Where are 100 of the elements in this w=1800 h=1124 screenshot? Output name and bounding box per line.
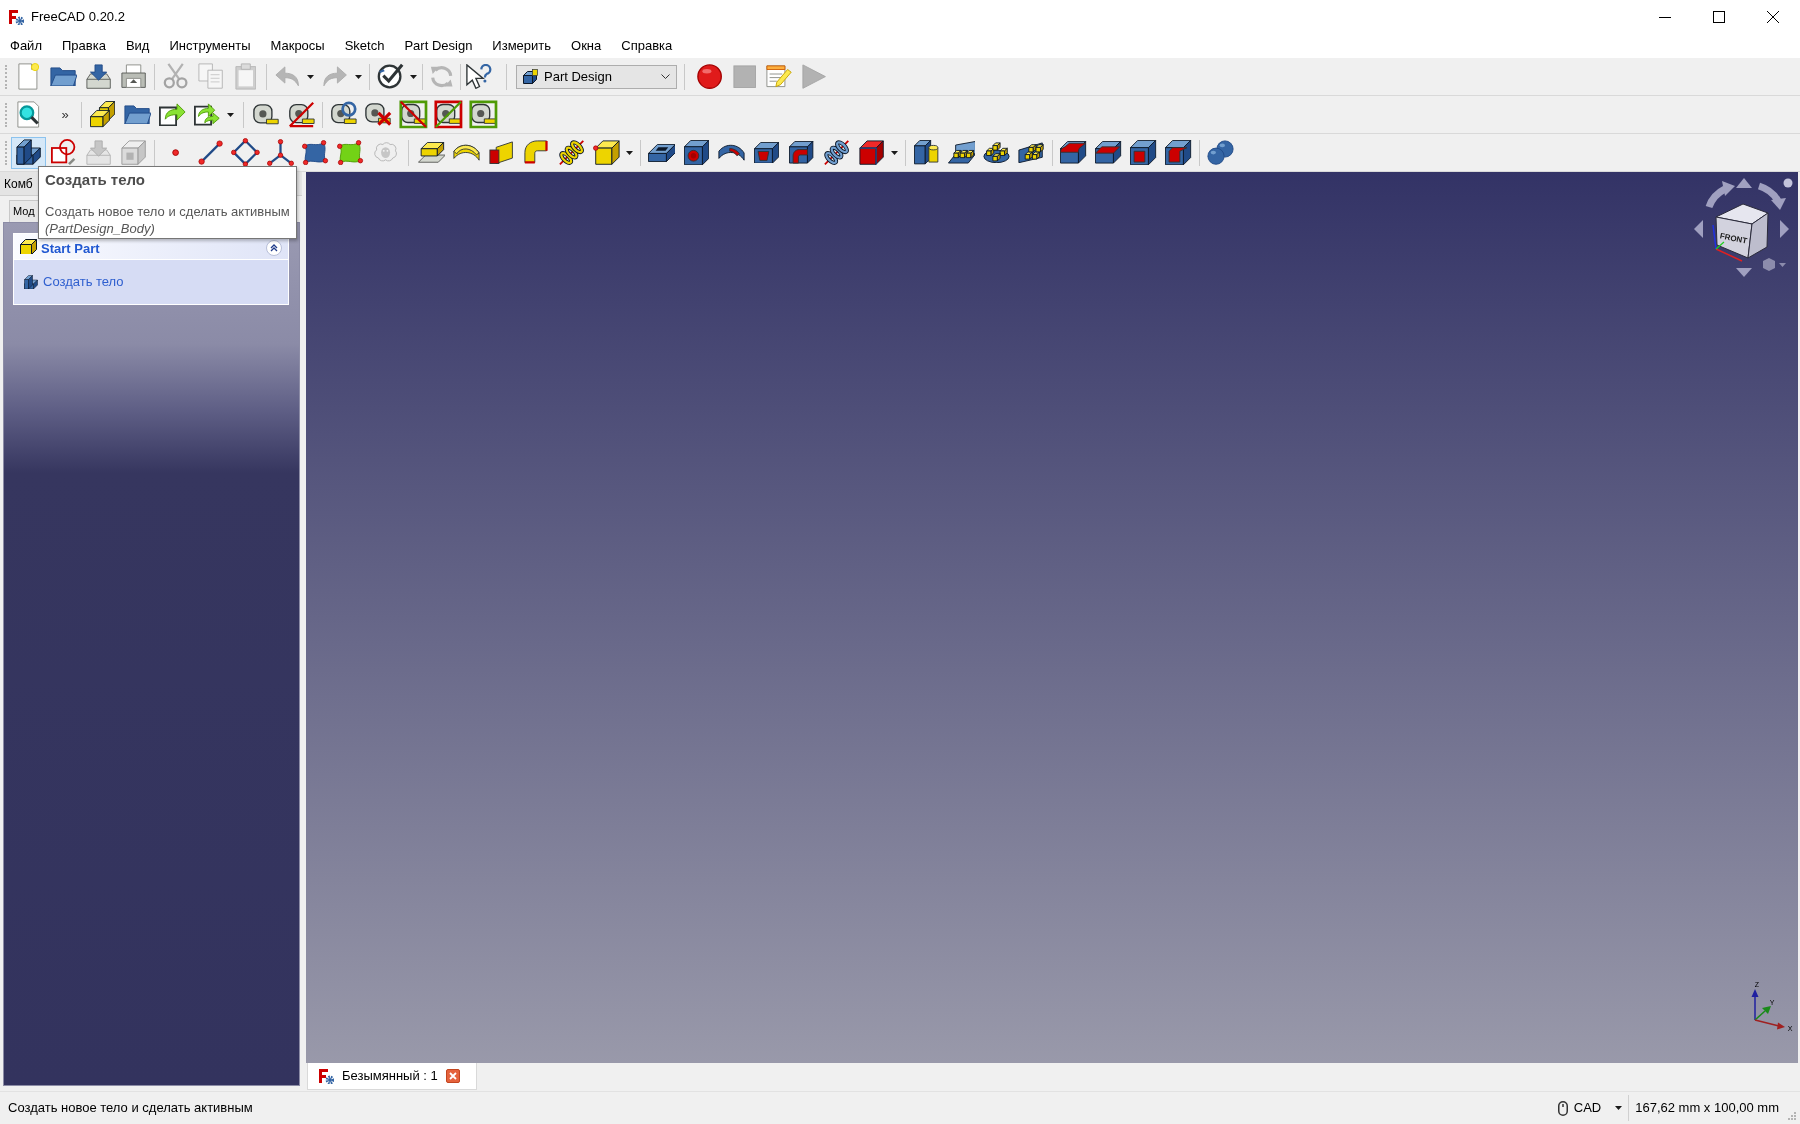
menu-item[interactable]: Окна	[561, 34, 612, 58]
toolbar-overflow-button[interactable]: »	[52, 98, 78, 131]
caret-icon[interactable]	[1779, 263, 1786, 267]
extruded-slab-icon	[417, 142, 446, 163]
dimensions-readout: 167,62 mm x 100,00 mm	[1635, 1099, 1779, 1118]
arc-shape-icon	[453, 143, 480, 162]
folder-icon	[49, 66, 78, 87]
tape-measure-frame-icon	[399, 100, 428, 129]
point-icon	[171, 148, 180, 157]
tape-measure-frame-icon	[469, 100, 498, 129]
create-body-button[interactable]	[11, 136, 46, 169]
dock-title: Комб	[4, 175, 33, 193]
axes-icon	[267, 139, 294, 166]
refresh-icon	[429, 64, 454, 89]
cube-icon	[593, 139, 620, 166]
tape-measure-cross-icon	[365, 102, 392, 127]
menu-item[interactable]: Файл	[0, 34, 52, 58]
rounded-edge-block-icon	[1060, 141, 1087, 164]
printer-icon	[120, 64, 147, 89]
menu-item[interactable]: Измерить	[482, 34, 562, 58]
caret-icon	[410, 74, 417, 79]
blob-icon	[302, 139, 329, 166]
notepad-pencil-icon	[766, 65, 793, 88]
blob-icon	[337, 139, 364, 166]
panel-tab[interactable]: Мод	[9, 200, 39, 222]
clipboard-icon	[234, 63, 257, 90]
tray-arrow-icon	[85, 63, 112, 90]
resize-grip-icon	[1787, 1111, 1797, 1121]
caret-icon	[355, 74, 362, 79]
menu-item[interactable]: Справка	[611, 34, 683, 58]
document-tab[interactable]: Безымянный : 1	[307, 1063, 477, 1090]
triangle-arrow-icon[interactable]	[1736, 178, 1752, 188]
triangle-arrow-icon[interactable]	[1780, 220, 1789, 238]
curved-arrow-icon[interactable]	[1705, 181, 1735, 209]
caret-icon	[227, 112, 234, 117]
cube-icon	[858, 139, 885, 166]
caret-icon	[891, 150, 898, 155]
curved-arrow-icon[interactable]	[1757, 182, 1786, 210]
workbench-selector[interactable]: Part Design	[516, 64, 677, 89]
tape-measure-angle-icon	[288, 101, 315, 128]
maximize-icon	[1713, 11, 1725, 23]
double-chevron-up-icon	[270, 244, 278, 252]
y-axis-arrow	[1754, 1006, 1771, 1021]
close-icon	[1767, 11, 1779, 23]
dot-icon[interactable]	[1783, 178, 1793, 188]
block-cylinder-icon	[914, 140, 939, 165]
block-cutout-icon	[753, 141, 780, 164]
close-tab-button[interactable]	[445, 1069, 460, 1083]
chevron-down-icon	[661, 74, 670, 79]
spring-icon	[823, 139, 850, 166]
tapered-shape-icon	[489, 140, 514, 165]
caret-icon	[1615, 1106, 1623, 1110]
mouse-icon	[1557, 1100, 1568, 1116]
cube-icon[interactable]	[1763, 258, 1775, 271]
folder-icon	[123, 104, 152, 125]
menu-item[interactable]: Вид	[115, 34, 160, 58]
scissors-icon	[162, 63, 189, 90]
collapse-button[interactable]	[266, 240, 282, 256]
arc-cut-icon	[718, 143, 745, 162]
triangle-arrow-icon[interactable]	[1694, 220, 1703, 238]
caret-icon	[307, 74, 314, 79]
datum-plane-button[interactable]	[228, 136, 263, 169]
spring-icon	[558, 139, 585, 166]
menu-item[interactable]: Макросы	[260, 34, 335, 58]
close-icon	[445, 1069, 460, 1083]
view-cube[interactable]: FRONT	[1712, 203, 1769, 262]
menu-item[interactable]: Инструменты	[159, 34, 261, 58]
caret-icon	[626, 150, 633, 155]
app-logo-icon	[318, 1068, 334, 1084]
cubes-wall-icon	[1018, 141, 1045, 164]
record-icon	[696, 63, 723, 90]
hollow-block-icon	[1165, 139, 1192, 166]
create-body-link[interactable]: Создать тело	[24, 272, 278, 292]
stacked-blocks-icon	[89, 101, 116, 128]
navigation-style-button[interactable]: CAD	[1557, 1096, 1623, 1120]
line-icon	[197, 139, 224, 166]
x-axis-arrow	[1754, 1019, 1785, 1030]
window-title: FreeCAD 0.20.2	[31, 8, 125, 27]
page-icon	[17, 63, 40, 90]
block-icon	[15, 139, 42, 166]
menu-item[interactable]: Sketch	[334, 34, 395, 58]
pointer-question-icon	[466, 63, 493, 90]
bevelled-block-icon	[1095, 141, 1122, 164]
bent-pipe-icon	[524, 140, 549, 165]
menu-item[interactable]: Part Design	[394, 34, 483, 58]
menu-item[interactable]: Правка	[51, 34, 116, 58]
tooltip-title: Создать тело	[45, 170, 147, 190]
status-message: Создать новое тело и сделать активным	[8, 1099, 253, 1118]
diamond-icon	[231, 138, 260, 167]
tape-measure-frame-icon	[434, 100, 463, 129]
tape-measure-icon	[253, 104, 280, 125]
triangle-arrow-icon[interactable]	[1736, 268, 1752, 277]
task-box-title: Start Part	[41, 240, 100, 256]
cubes-disc-icon	[983, 141, 1010, 164]
recessed-block-icon	[647, 143, 676, 162]
box-arrows-icon	[194, 103, 221, 126]
tab-label: Безымянный : 1	[342, 1067, 438, 1086]
minimize-icon	[1659, 16, 1671, 18]
cube-icon	[523, 69, 538, 84]
undo-arrow-icon	[275, 66, 300, 87]
